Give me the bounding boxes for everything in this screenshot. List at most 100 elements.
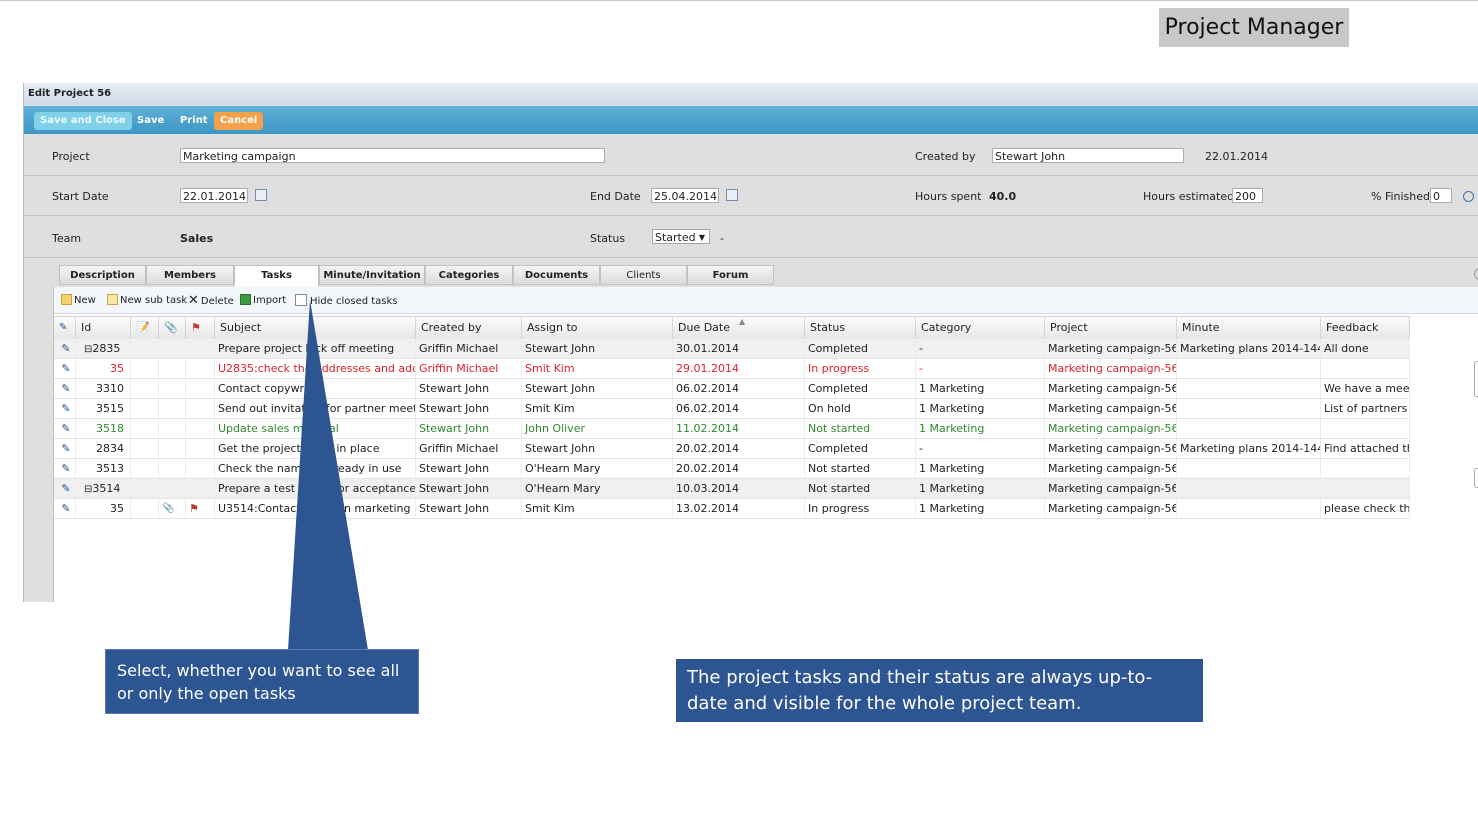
cell-category: 1 Marketing (916, 379, 1045, 398)
table-row[interactable]: ✎⊟3514Prepare a test group for acceptanc… (54, 479, 1410, 499)
cell-created: Stewart John (416, 479, 522, 498)
attachment-icon[interactable]: 📎 (159, 499, 186, 518)
cell-assign: John Oliver (522, 419, 673, 438)
tab-tasks[interactable]: Tasks (234, 265, 319, 287)
side-handle[interactable] (1474, 361, 1478, 397)
created-by-input[interactable]: Stewart John (992, 148, 1184, 163)
print-button[interactable]: Print (174, 112, 214, 130)
hours-estimated-label: Hours estimated (1143, 190, 1235, 203)
edit-row-icon[interactable]: ✎ (54, 499, 76, 518)
save-and-close-button[interactable]: Save and Close (34, 112, 132, 130)
header-project[interactable]: Project (1045, 317, 1177, 339)
tab-minute-invitation[interactable]: Minute/Invitation (319, 265, 425, 285)
side-handle[interactable] (1474, 468, 1478, 488)
cell-project: Marketing campaign-56 (1045, 499, 1177, 518)
cell-assign: Smit Kim (522, 359, 673, 378)
cell-due: 11.02.2014 (673, 419, 805, 438)
grid-body: ✎ ⊟2835 Prepare project kick off meeting Gr… (54, 339, 1410, 539)
finished-input[interactable]: 0 (1430, 188, 1452, 203)
status-select[interactable]: Started ▼ (652, 229, 710, 244)
cell-due: 20.02.2014 (673, 459, 805, 478)
flag-icon[interactable]: ⚑ (186, 499, 215, 518)
tab-members[interactable]: Members (146, 265, 234, 285)
cell-id: 3518 (76, 419, 131, 438)
tab-categories[interactable]: Categories (425, 265, 513, 285)
new-task-button[interactable]: New (61, 294, 96, 308)
calendar-icon[interactable] (255, 189, 267, 201)
cell-empty (186, 339, 215, 358)
tab-forum[interactable]: Forum (687, 265, 774, 285)
cell-due: 20.02.2014 (673, 439, 805, 458)
table-row[interactable]: ✎ 3515 Send out invitation for partner mee… (54, 399, 1410, 419)
start-date-input[interactable]: 22.01.2014 (180, 188, 248, 203)
cell-empty (186, 439, 215, 458)
hours-estimated-input[interactable]: 200 (1232, 188, 1263, 203)
cell-project: Marketing campaign-56 (1045, 439, 1177, 458)
new-sub-task-button[interactable]: New sub task (107, 294, 187, 308)
cell-status: Completed (805, 339, 916, 358)
header-due-date[interactable]: Due Date ▲ (673, 317, 805, 339)
table-row[interactable]: ✎ 3518 Update sales material Stewart John Jo… (54, 419, 1410, 439)
cell-status: In progress (805, 499, 916, 518)
project-input[interactable]: Marketing campaign (180, 148, 605, 163)
save-button[interactable]: Save (131, 112, 170, 130)
header-created-by[interactable]: Created by (416, 317, 522, 339)
cell-empty (159, 359, 186, 378)
tab-documents[interactable]: Documents (513, 265, 600, 285)
header-id[interactable]: Id (76, 317, 131, 339)
status-label: Status (590, 232, 626, 245)
delete-button[interactable]: ✕ Delete (188, 294, 234, 308)
callout-pointer (288, 300, 368, 650)
header-status[interactable]: Status (805, 317, 916, 339)
scroll-handle-icon[interactable] (1474, 268, 1478, 280)
cell-created: Stewart John (416, 419, 522, 438)
tasks-panel: New New sub task ✕ Delete Import Hide clo… (53, 287, 1478, 602)
tab-clients[interactable]: Clients (600, 265, 687, 285)
table-row[interactable]: ✎ ⊟2835 Prepare project kick off meeting Gr… (54, 339, 1410, 359)
cell-empty (159, 459, 186, 478)
edit-row-icon[interactable]: ✎ (54, 339, 76, 358)
edit-column-icon: ✎ (54, 317, 76, 339)
edit-row-icon[interactable]: ✎ (54, 399, 76, 418)
cell-project: Marketing campaign-56 (1045, 459, 1177, 478)
cell-category: - (916, 439, 1045, 458)
cell-empty (186, 479, 215, 498)
cell-status: On hold (805, 399, 916, 418)
cancel-button[interactable]: Cancel (214, 112, 264, 130)
created-date: 22.01.2014 (1205, 150, 1268, 163)
cell-empty (131, 439, 159, 458)
edit-row-icon[interactable]: ✎ (54, 459, 76, 478)
edit-row-icon[interactable]: ✎ (54, 379, 76, 398)
divider (24, 257, 1478, 258)
table-row[interactable]: ✎35U2835:check the addresses and add thG… (54, 359, 1410, 379)
cell-status: Not started (805, 459, 916, 478)
table-row[interactable]: ✎ 3310 Contact copywriter Stewart John Stewa… (54, 379, 1410, 399)
cell-feedback (1321, 479, 1410, 498)
edit-row-icon[interactable]: ✎ (54, 439, 76, 458)
cell-id: 3513 (76, 459, 131, 478)
radio-icon[interactable] (1463, 191, 1474, 202)
new-sub-icon (107, 294, 118, 305)
edit-row-icon[interactable]: ✎ (54, 419, 76, 438)
table-row[interactable]: ✎ 2834 Get the project team in place Griffi… (54, 439, 1410, 459)
cell-minute (1177, 379, 1321, 398)
header-feedback[interactable]: Feedback (1321, 317, 1410, 339)
table-row[interactable]: ✎3513Check the name is already in useSte… (54, 459, 1410, 479)
start-date-label: Start Date (52, 190, 109, 203)
tab-description[interactable]: Description (59, 265, 146, 285)
page-title: Project Manager (1159, 8, 1349, 47)
delete-icon: ✕ (188, 293, 199, 308)
cell-empty (131, 499, 159, 518)
cell-project: Marketing campaign-56 (1045, 379, 1177, 398)
header-assign-to[interactable]: Assign to (522, 317, 673, 339)
calendar-icon[interactable] (726, 189, 738, 201)
end-date-input[interactable]: 25.04.2014 (651, 188, 719, 203)
header-minute[interactable]: Minute (1177, 317, 1321, 339)
header-category[interactable]: Category (916, 317, 1045, 339)
cell-due: 06.02.2014 (673, 399, 805, 418)
callout-hide-closed: Select, whether you want to see all or o… (105, 649, 419, 714)
edit-row-icon[interactable]: ✎ (54, 479, 76, 498)
cell-status: In progress (805, 359, 916, 378)
edit-row-icon[interactable]: ✎ (54, 359, 76, 378)
table-row[interactable]: ✎35📎⚑U3514:Contact and own marketingStew… (54, 499, 1410, 519)
